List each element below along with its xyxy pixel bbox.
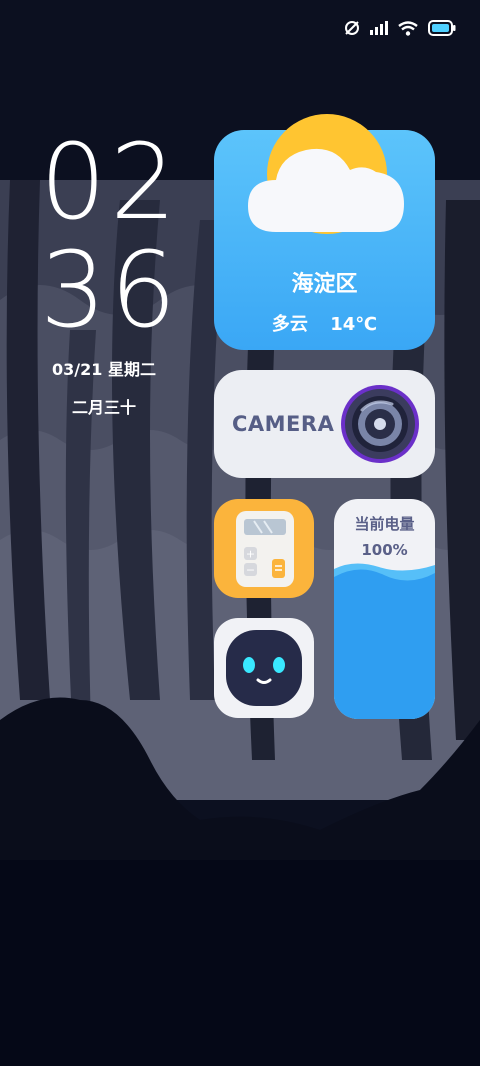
weather-location: 海淀区 — [291, 272, 358, 297]
svg-text:+: + — [246, 548, 255, 561]
status-bar — [344, 20, 456, 36]
weather-widget[interactable]: 海淀区 多云 14℃ — [214, 114, 435, 350]
wifi-icon — [398, 20, 418, 36]
weather-temperature: 14℃ — [330, 314, 378, 335]
svg-text:−: − — [246, 564, 255, 577]
battery-level-fill — [334, 563, 435, 719]
battery-percent: 100% — [361, 541, 408, 559]
signal-icon — [370, 21, 388, 35]
assistant-widget[interactable] — [214, 618, 314, 718]
weather-conditions: 多云 14℃ — [214, 310, 435, 336]
calculator-widget[interactable]: + − — [214, 499, 314, 598]
lunar-date-label: 二月三十 — [72, 398, 137, 417]
no-sim-icon — [345, 21, 359, 35]
battery-icon — [428, 20, 456, 36]
robot-icon — [226, 630, 302, 706]
lockscreen-clock: 02 36 — [40, 128, 180, 344]
calculator-icon: + − — [236, 511, 294, 587]
weather-condition: 多云 — [271, 314, 308, 335]
camera-widget[interactable]: CAMERA — [214, 370, 435, 478]
clock-hour: 02 — [40, 121, 181, 243]
camera-lens-icon — [341, 385, 419, 463]
partly-cloudy-icon — [248, 114, 404, 234]
clock-minute: 36 — [40, 229, 181, 351]
battery-title: 当前电量 — [354, 515, 415, 533]
camera-label: CAMERA — [232, 412, 335, 436]
battery-widget[interactable]: 当前电量 100% — [334, 499, 435, 719]
date-label: 03/21 星期二 — [52, 360, 156, 379]
